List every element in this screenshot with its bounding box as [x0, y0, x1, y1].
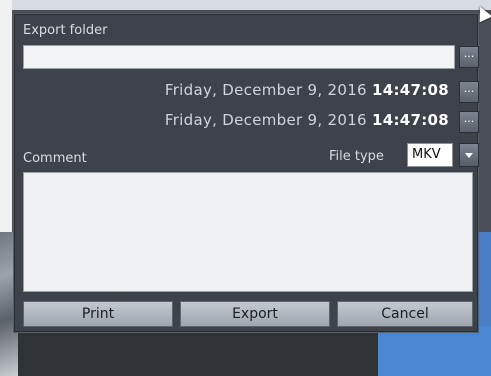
background-panel-bottom-right: [378, 326, 491, 376]
export-folder-label: Export folder: [23, 23, 108, 38]
end-datetime[interactable]: Friday, December 9, 2016 14:47:08: [165, 111, 449, 129]
export-dialog: Export folder ... Friday, December 9, 20…: [14, 14, 479, 332]
start-datetime-button[interactable]: ...: [459, 81, 479, 103]
comment-textarea[interactable]: [23, 172, 473, 292]
browse-folder-button[interactable]: ...: [459, 46, 479, 68]
background-panel-bottom: [18, 326, 378, 376]
background-window-top: [0, 0, 491, 10]
chevron-down-icon: [465, 153, 473, 158]
end-time: 14:47:08: [371, 111, 449, 129]
print-button[interactable]: Print: [23, 301, 173, 327]
start-date: Friday, December 9, 2016: [164, 81, 367, 99]
file-type-dropdown-button[interactable]: [459, 143, 479, 167]
end-date: Friday, December 9, 2016: [164, 111, 367, 129]
file-type-label: File type: [329, 149, 384, 164]
file-type-value: MKV: [412, 147, 441, 162]
export-folder-input[interactable]: [23, 45, 455, 69]
comment-label: Comment: [23, 151, 87, 166]
export-button[interactable]: Export: [180, 301, 330, 327]
cancel-button[interactable]: Cancel: [337, 301, 473, 327]
file-type-select[interactable]: MKV: [407, 143, 453, 167]
start-datetime[interactable]: Friday, December 9, 2016 14:47:08: [165, 81, 449, 99]
end-datetime-button[interactable]: ...: [459, 111, 479, 133]
start-time: 14:47:08: [371, 81, 449, 99]
